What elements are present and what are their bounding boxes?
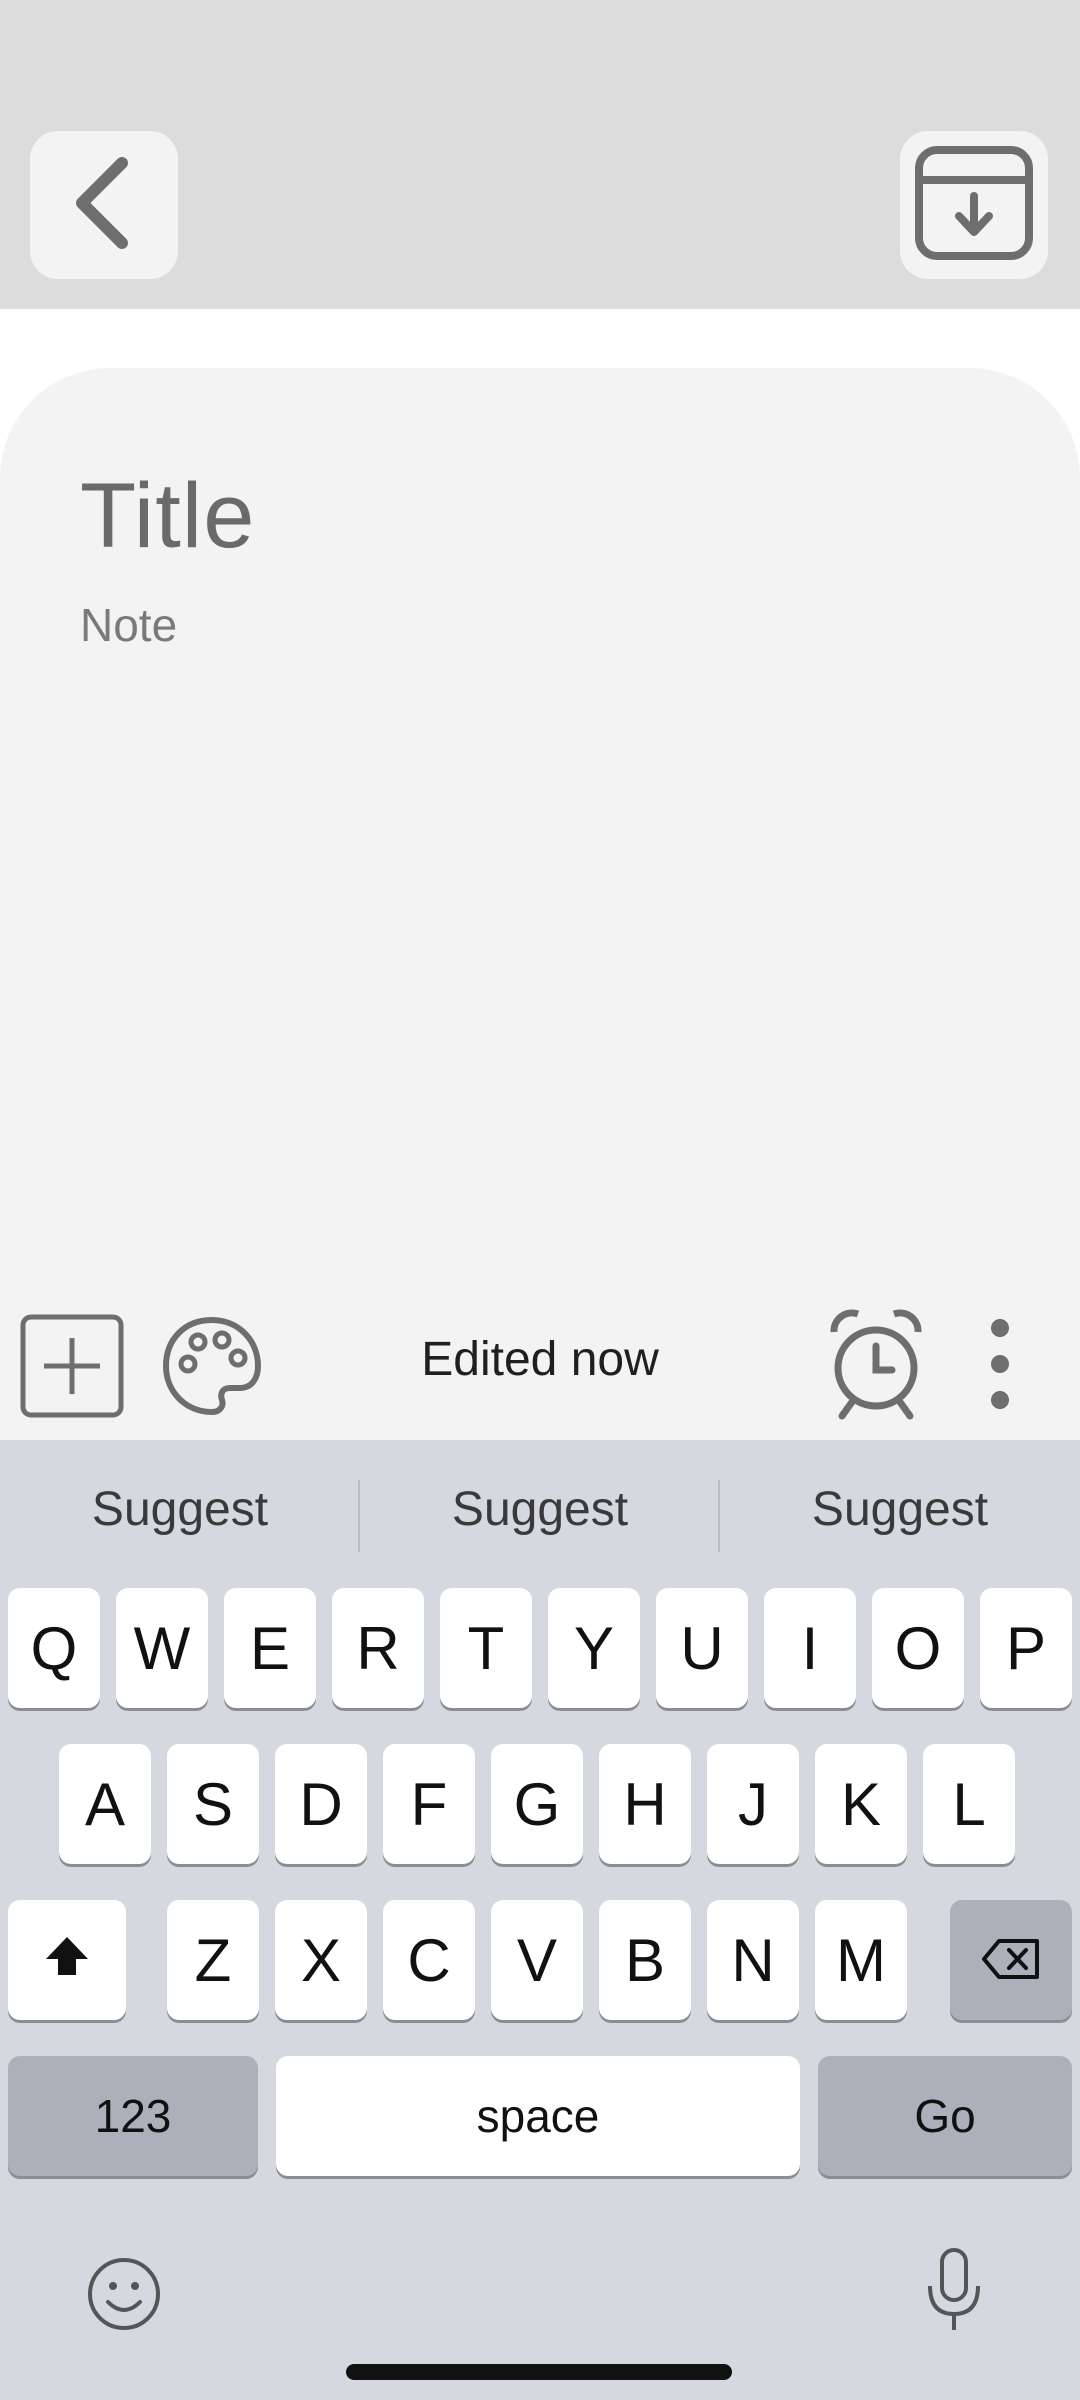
suggestion-3[interactable]: Suggest: [720, 1482, 1080, 1537]
shift-icon: [42, 1926, 92, 1995]
key-x[interactable]: X: [275, 1900, 367, 2020]
key-c[interactable]: C: [383, 1900, 475, 2020]
backspace-key[interactable]: [950, 1900, 1072, 2020]
key-g[interactable]: G: [491, 1744, 583, 1864]
key-l[interactable]: L: [923, 1744, 1015, 1864]
note-editor: Title Note: [0, 368, 1080, 1440]
download-box-icon: [909, 138, 1039, 273]
bottom-toolbar: Edited now: [0, 1300, 1080, 1440]
key-u[interactable]: U: [656, 1588, 748, 1708]
suggestion-1[interactable]: Suggest: [0, 1482, 360, 1537]
go-key[interactable]: Go: [818, 2056, 1072, 2176]
back-button[interactable]: [30, 131, 178, 279]
key-f[interactable]: F: [383, 1744, 475, 1864]
key-v[interactable]: V: [491, 1900, 583, 2020]
key-r[interactable]: R: [332, 1588, 424, 1708]
key-h[interactable]: H: [599, 1744, 691, 1864]
title-input[interactable]: Title: [80, 464, 255, 569]
home-indicator[interactable]: [346, 2364, 732, 2380]
key-o[interactable]: O: [872, 1588, 964, 1708]
key-j[interactable]: J: [707, 1744, 799, 1864]
numbers-key[interactable]: 123: [8, 2056, 258, 2176]
key-d[interactable]: D: [275, 1744, 367, 1864]
chevron-left-icon: [64, 153, 144, 258]
key-p[interactable]: P: [980, 1588, 1072, 1708]
key-i[interactable]: I: [764, 1588, 856, 1708]
space-key[interactable]: space: [276, 2056, 800, 2176]
key-e[interactable]: E: [224, 1588, 316, 1708]
suggestion-2[interactable]: Suggest: [360, 1482, 720, 1537]
backspace-icon: [981, 1926, 1041, 1995]
key-w[interactable]: W: [116, 1588, 208, 1708]
key-n[interactable]: N: [707, 1900, 799, 2020]
shift-key[interactable]: [8, 1900, 126, 2020]
emoji-icon[interactable]: [86, 2256, 162, 2332]
alarm-clock-icon[interactable]: [828, 1308, 924, 1420]
top-app-bar: [0, 0, 1080, 309]
key-z[interactable]: Z: [167, 1900, 259, 2020]
more-vert-icon[interactable]: [976, 1316, 1024, 1412]
key-y[interactable]: Y: [548, 1588, 640, 1708]
note-body-input[interactable]: Note: [80, 598, 177, 652]
key-m[interactable]: M: [815, 1900, 907, 2020]
key-s[interactable]: S: [167, 1744, 259, 1864]
microphone-icon[interactable]: [924, 2246, 984, 2336]
key-t[interactable]: T: [440, 1588, 532, 1708]
key-a[interactable]: A: [59, 1744, 151, 1864]
key-b[interactable]: B: [599, 1900, 691, 2020]
virtual-keyboard: Suggest Suggest Suggest Q W E R T Y U I …: [0, 1440, 1080, 2400]
save-button[interactable]: [900, 131, 1048, 279]
key-k[interactable]: K: [815, 1744, 907, 1864]
key-q[interactable]: Q: [8, 1588, 100, 1708]
